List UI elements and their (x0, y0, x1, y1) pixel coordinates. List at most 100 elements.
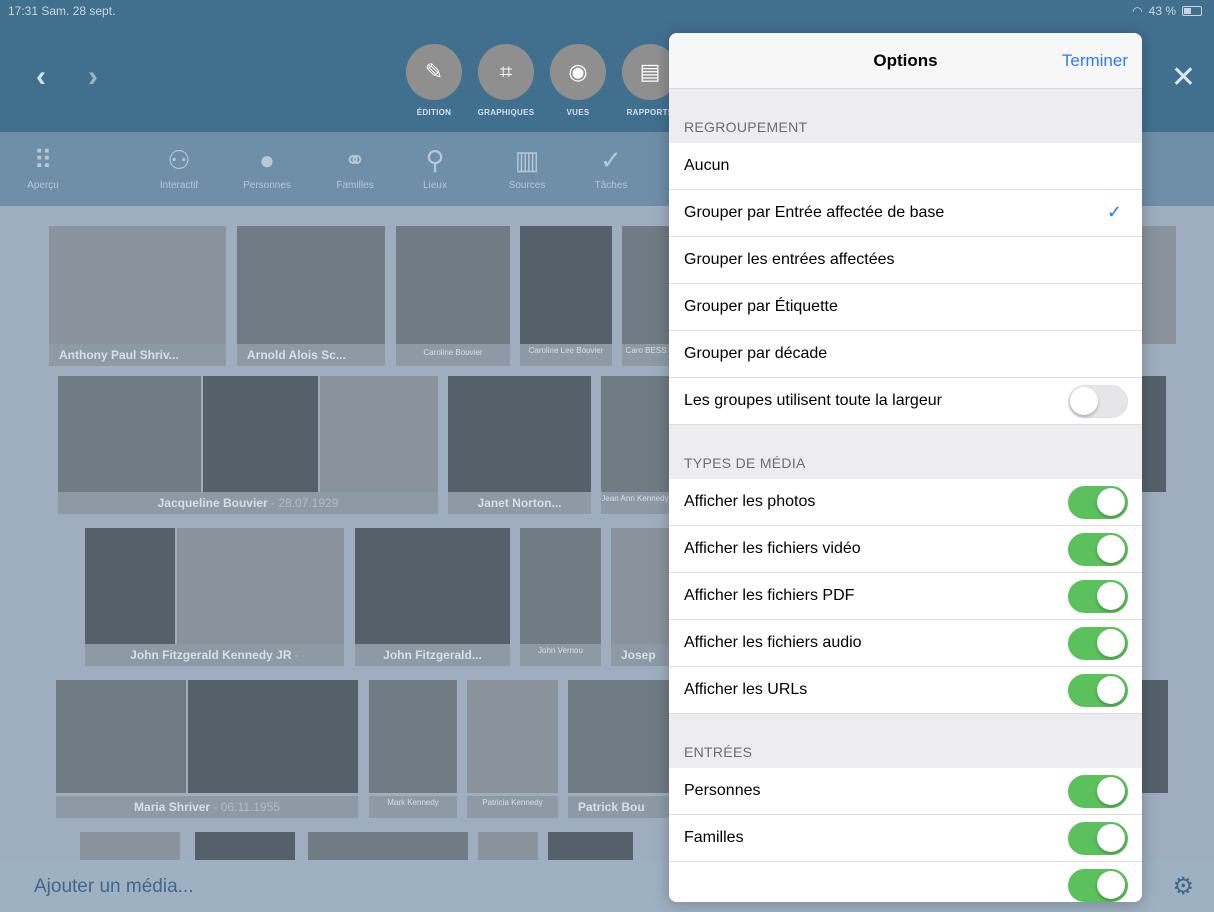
mode-switcher: ✎ ÉDITION ⌗ GRAPHIQUES ◉ VUES ▤ RAPPORTS (405, 44, 679, 117)
media-photo[interactable] (478, 832, 538, 860)
media-type-video-row: Afficher les fichiers vidéo (669, 526, 1142, 573)
media-photo[interactable] (320, 376, 438, 492)
media-photo[interactable] (49, 226, 226, 344)
tool-sources[interactable]: ▥ Sources (492, 144, 562, 191)
grouping-option-assigned-entries[interactable]: Grouper les entrées affectées (669, 237, 1142, 284)
photos-toggle[interactable] (1068, 486, 1128, 519)
options-panel: Options Terminer REGROUPEMENT Aucun Grou… (669, 33, 1142, 902)
full-width-toggle[interactable] (1068, 385, 1128, 418)
media-photo[interactable] (203, 376, 318, 492)
mode-label: ÉDITION (416, 108, 452, 117)
media-photo[interactable] (1142, 226, 1176, 344)
mode-edition[interactable]: ✎ ÉDITION (405, 44, 463, 117)
tool-label: Aperçu (27, 180, 59, 191)
tool-taches[interactable]: ✓ Tâches (576, 144, 646, 191)
section-header-media-types: TYPES DE MÉDIA (684, 455, 806, 471)
grid-icon: ⠿ (33, 145, 53, 175)
next-toggle[interactable] (1068, 869, 1128, 902)
media-photo[interactable] (80, 832, 180, 860)
media-photo[interactable] (568, 680, 669, 793)
families-toggle[interactable] (1068, 822, 1128, 855)
media-photo[interactable] (396, 226, 510, 344)
media-photo[interactable] (237, 226, 385, 344)
section-header-grouping: REGROUPEMENT (684, 119, 808, 135)
grouping-option-label[interactable]: Grouper par Étiquette (669, 284, 1142, 331)
media-caption: Josep (611, 644, 669, 666)
media-caption: John Vernou (520, 644, 601, 666)
media-photo[interactable] (56, 680, 186, 793)
media-photo[interactable] (1142, 376, 1166, 492)
tool-label: Lieux (423, 180, 447, 191)
video-toggle[interactable] (1068, 533, 1128, 566)
section-header-entries: ENTRÉES (684, 744, 753, 760)
mode-graphiques[interactable]: ⌗ GRAPHIQUES (477, 44, 535, 117)
media-photo[interactable] (520, 528, 601, 644)
media-photo[interactable] (369, 680, 457, 793)
media-photo[interactable] (1142, 680, 1168, 793)
grouping-option-decade[interactable]: Grouper par décade (669, 331, 1142, 378)
tool-lieux[interactable]: ⚲ Lieux (400, 144, 470, 191)
tool-interactif[interactable]: ⚇ Interactif (144, 144, 214, 191)
urls-toggle[interactable] (1068, 674, 1128, 707)
status-time: 17:31 Sam. 28 sept. (8, 4, 116, 18)
media-caption: John Fitzgerald Kennedy JR - (85, 644, 344, 666)
add-media-button[interactable]: Ajouter un média... (34, 876, 193, 898)
tool-familles[interactable]: ⚭ Familles (320, 144, 390, 191)
media-caption: Patrick Bou (568, 796, 669, 818)
media-photo[interactable] (611, 528, 669, 644)
media-photo[interactable] (58, 376, 201, 492)
media-photo[interactable] (355, 528, 510, 644)
media-type-pdf-row: Afficher les fichiers PDF (669, 573, 1142, 620)
media-photo[interactable] (85, 528, 175, 644)
grouping-option-none[interactable]: Aucun (669, 143, 1142, 190)
options-header: Options Terminer (669, 33, 1142, 89)
pdf-toggle[interactable] (1068, 580, 1128, 613)
gear-icon[interactable]: ⚙ (1172, 872, 1194, 901)
person-icon: ● (259, 145, 275, 175)
media-caption: Caroline Bouvier (396, 344, 510, 366)
media-type-urls-row: Afficher les URLs (669, 667, 1142, 714)
status-bar: 17:31 Sam. 28 sept. ◠ 43 % (0, 0, 1214, 22)
tool-label: Interactif (159, 180, 199, 191)
media-photo[interactable] (520, 226, 612, 344)
done-button[interactable]: Terminer (1062, 51, 1128, 71)
audio-toggle[interactable] (1068, 627, 1128, 660)
tool-apercu[interactable]: ⠿ Aperçu (8, 144, 78, 191)
media-photo[interactable] (188, 680, 358, 793)
mode-vues[interactable]: ◉ VUES (549, 44, 607, 117)
checkmark-circle-icon: ✓ (600, 145, 622, 175)
battery-percent: 43 % (1148, 4, 1176, 18)
media-caption: Patricia Kennedy (467, 796, 558, 818)
forward-arrow-icon[interactable]: › (88, 60, 98, 94)
media-caption: Jean Ann Kennedy (601, 492, 669, 514)
media-photo[interactable] (622, 226, 670, 344)
pencil-icon: ✎ (406, 44, 462, 100)
back-arrow-icon[interactable]: ‹ (36, 60, 46, 94)
persons-toggle[interactable] (1068, 775, 1128, 808)
media-photo[interactable] (601, 376, 669, 492)
media-photo[interactable] (308, 832, 468, 860)
battery-icon (1182, 6, 1202, 16)
pin-icon: ⚲ (425, 145, 445, 175)
media-photo[interactable] (467, 680, 558, 793)
media-photo[interactable] (177, 528, 344, 644)
grouping-option-base-entry[interactable]: Grouper par Entrée affectée de base ✓ (669, 190, 1142, 237)
entries-families-row: Familles (669, 815, 1142, 862)
media-caption: Janet Norton... (448, 492, 591, 514)
media-caption: Caroline Lee Bouvier (520, 344, 612, 366)
media-caption: John Fitzgerald... (355, 644, 510, 666)
media-photo[interactable] (195, 832, 295, 860)
media-photo[interactable] (448, 376, 591, 492)
media-photo[interactable] (548, 832, 633, 860)
full-width-groups-row: Les groupes utilisent toute la largeur (669, 378, 1142, 425)
media-caption: Mark Kennedy (369, 796, 457, 818)
entries-persons-row: Personnes (669, 768, 1142, 815)
mode-label: GRAPHIQUES (477, 108, 535, 117)
documents-icon: ▥ (514, 145, 540, 175)
tool-personnes[interactable]: ● Personnes (232, 144, 302, 191)
chart-icon: ⌗ (478, 44, 534, 100)
rings-icon: ⚭ (344, 145, 366, 175)
wifi-icon: ◠ (1132, 4, 1143, 18)
close-icon[interactable]: ✕ (1171, 60, 1196, 95)
tool-label: Sources (508, 180, 546, 191)
